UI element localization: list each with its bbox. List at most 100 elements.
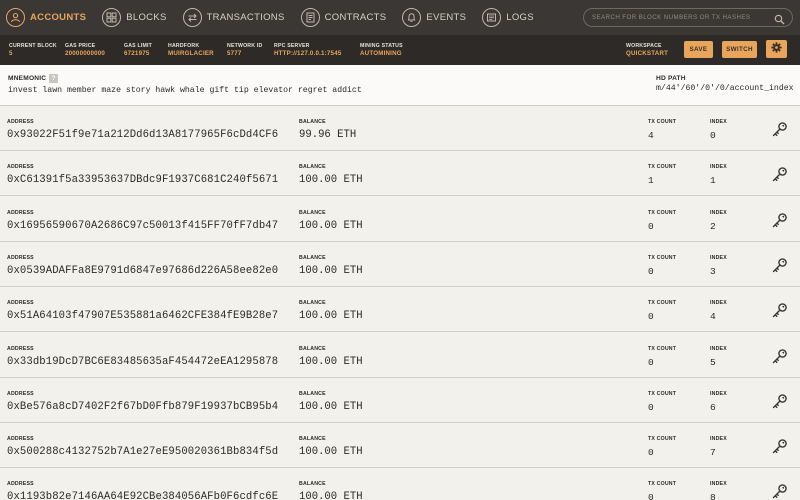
rpc-server: RPC SERVER HTTP://127.0.0.1:7545 (274, 43, 341, 57)
settings-button[interactable] (766, 40, 787, 58)
nav-transactions[interactable]: TRANSACTIONS (177, 0, 295, 35)
accounts-icon (6, 8, 25, 27)
account-balance: 100.00 ETH (299, 219, 363, 232)
tx-count-label: TX COUNT (648, 300, 677, 307)
account-tx-count: 0 (648, 447, 654, 459)
current-block-value: 5 (9, 50, 13, 57)
key-icon[interactable] (771, 483, 788, 500)
search-icon[interactable] (774, 12, 785, 30)
hardfork: HARDFORK MUIRGLACIER (168, 43, 214, 57)
tx-count-label: TX COUNT (648, 209, 677, 216)
balance-label: BALANCE (299, 209, 326, 216)
balance-label: BALANCE (299, 119, 326, 125)
network-id-label: NETWORK ID (227, 43, 263, 49)
hardfork-label: HARDFORK (168, 43, 200, 49)
key-icon[interactable] (771, 257, 788, 279)
account-address: 0xBe576a8cD7402F2f67bD0Ffb879F19937bCB95… (7, 400, 279, 413)
account-row: ADDRESS 0xC61391f5a33953637DBdc9F1937C681… (0, 151, 800, 197)
mining-status-label: MINING STATUS (360, 43, 403, 49)
workspace-label: WORKSPACE (626, 43, 662, 49)
switch-button[interactable]: SWITCH (722, 41, 757, 58)
save-button[interactable]: SAVE (684, 41, 713, 58)
nav-accounts[interactable]: ACCOUNTS (0, 0, 96, 35)
mnemonic-label: MNEMONIC (8, 75, 47, 82)
nav-blocks-label: BLOCKS (126, 12, 167, 23)
current-block: CURRENT BLOCK 5 (9, 43, 57, 57)
mnemonic-words: invest lawn member maze story hawk whale… (8, 86, 362, 95)
tx-count-label: TX COUNT (648, 119, 677, 125)
account-row: ADDRESS 0x33db19DcD7BC6E83485635aF454472e… (0, 332, 800, 378)
account-address: 0x1193b82e7146AA64E92CBe384056AFb0F6cdfc… (7, 491, 279, 500)
account-index: 0 (710, 130, 716, 141)
nav-events[interactable]: EVENTS (396, 0, 476, 35)
gas-price: GAS PRICE 20000000000 (65, 43, 105, 57)
nav-logs[interactable]: LOGS (476, 0, 544, 35)
account-tx-count: 0 (648, 220, 654, 232)
account-balance: 100.00 ETH (299, 491, 363, 500)
address-label: ADDRESS (7, 254, 34, 261)
index-label: INDEX (710, 345, 727, 352)
events-icon (402, 8, 422, 27)
account-balance: 100.00 ETH (299, 310, 363, 323)
index-label: INDEX (710, 300, 727, 307)
blocks-icon (102, 8, 122, 27)
account-row: ADDRESS 0x0539ADAFFa8E9791d6847e97686d226… (0, 241, 800, 287)
address-label: ADDRESS (7, 300, 34, 307)
index-label: INDEX (710, 436, 727, 443)
account-index: 3 (710, 265, 716, 277)
tx-count-label: TX COUNT (648, 481, 677, 488)
address-label: ADDRESS (7, 164, 34, 171)
balance-label: BALANCE (299, 345, 326, 352)
balance-label: BALANCE (299, 164, 326, 171)
account-address: 0x93022F51f9e71a212Dd6d13A8177965F6cDd4C… (7, 129, 279, 141)
account-address: 0x500288c4132752b7A1e27eE950020361Bb834f… (7, 446, 279, 459)
tx-count-label: TX COUNT (648, 345, 677, 352)
index-label: INDEX (710, 254, 727, 261)
index-label: INDEX (710, 390, 727, 397)
account-address: 0x33db19DcD7BC6E83485635aF454472eEA12958… (7, 355, 279, 368)
address-label: ADDRESS (7, 390, 34, 397)
key-icon[interactable] (771, 438, 788, 460)
account-row: ADDRESS 0x500288c4132752b7A1e27eE95002036… (0, 423, 800, 469)
account-index: 8 (710, 492, 716, 500)
key-icon[interactable] (771, 393, 788, 415)
key-icon[interactable] (771, 212, 788, 234)
current-block-label: CURRENT BLOCK (9, 43, 57, 49)
balance-label: BALANCE (299, 254, 326, 261)
search-input[interactable] (592, 14, 772, 21)
address-label: ADDRESS (7, 436, 34, 443)
account-address: 0x0539ADAFFa8E9791d6847e97686d226A58ee82… (7, 264, 279, 277)
key-icon[interactable] (771, 348, 788, 370)
balance-label: BALANCE (299, 300, 326, 307)
address-label: ADDRESS (7, 209, 34, 216)
key-icon[interactable] (771, 302, 788, 324)
address-label: ADDRESS (7, 345, 34, 352)
help-icon[interactable]: ? (49, 74, 58, 83)
account-tx-count: 0 (648, 311, 654, 323)
account-address: 0x51A64103f47907E535881a6462CFE384fE9B28… (7, 310, 279, 323)
hd-path-label: HD PATH (656, 75, 686, 82)
account-index: 1 (710, 175, 716, 187)
mining-status: MINING STATUS AUTOMINING (360, 43, 403, 57)
nav-events-label: EVENTS (426, 12, 467, 23)
key-icon[interactable] (771, 166, 788, 188)
nav-contracts[interactable]: CONTRACTS (295, 0, 397, 35)
account-index: 6 (710, 401, 716, 413)
tx-count-label: TX COUNT (648, 164, 677, 171)
nav-blocks[interactable]: BLOCKS (96, 0, 176, 35)
tx-count-label: TX COUNT (648, 254, 677, 261)
network-id: NETWORK ID 5777 (227, 43, 262, 57)
gas-limit-label: GAS LIMIT (124, 43, 153, 49)
balance-label: BALANCE (299, 481, 326, 488)
key-icon[interactable] (771, 121, 788, 143)
index-label: INDEX (710, 209, 727, 216)
balance-label: BALANCE (299, 390, 326, 397)
account-row: ADDRESS 0x16956590670A2686C97c50013f415FF… (0, 196, 800, 242)
account-balance: 100.00 ETH (299, 264, 363, 277)
account-balance: 99.96 ETH (299, 129, 357, 141)
workspace-value: QUICKSTART (626, 50, 669, 57)
account-index: 7 (710, 447, 716, 459)
account-address: 0xC61391f5a33953637DBdc9F1937C681C240f56… (7, 174, 279, 187)
account-tx-count: 4 (648, 130, 654, 141)
balance-label: BALANCE (299, 436, 326, 443)
